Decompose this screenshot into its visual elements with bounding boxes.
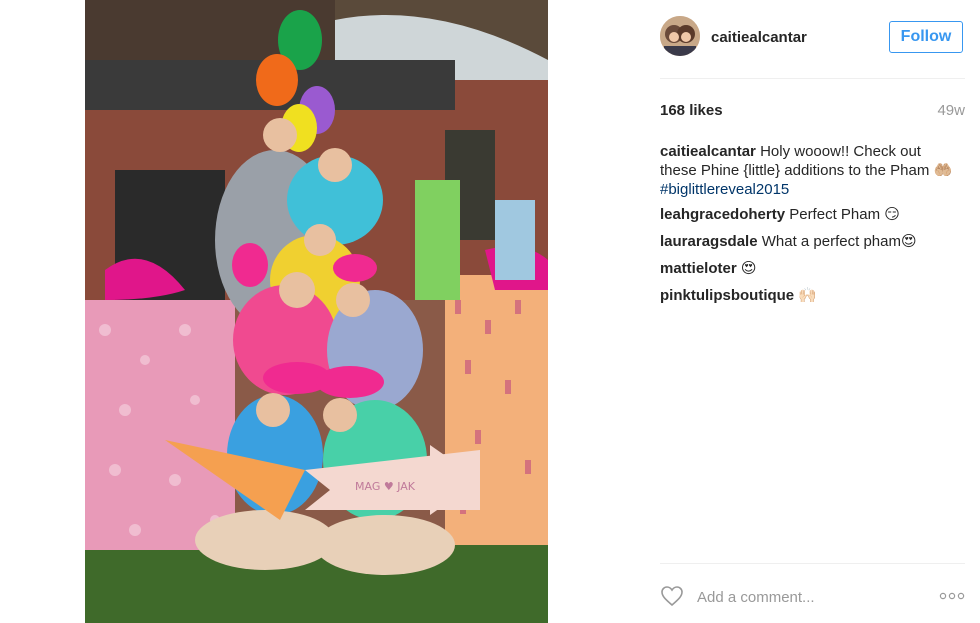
comment-emoji: 🙌🏻	[798, 286, 818, 304]
comment-text: Perfect Pham	[789, 206, 881, 223]
comment-emoji: 😍	[740, 259, 757, 277]
caption-hashtag[interactable]: #biglittlereveal2015	[660, 181, 789, 198]
comment-item: leahgracedoherty Perfect Pham 😏	[660, 205, 960, 224]
comment-username[interactable]: lauraragsdale	[660, 233, 758, 250]
comment-username[interactable]: mattieloter	[660, 260, 737, 277]
post-author-username[interactable]: caitiealcantar	[711, 29, 807, 46]
sign-text: MAG ♥ JAK	[355, 480, 416, 493]
comment-username[interactable]: leahgracedoherty	[660, 206, 785, 223]
post-caption: caitiealcantar Holy wooow!! Check out th…	[660, 142, 960, 199]
comment-emoji: 😍	[900, 232, 917, 250]
post-photo[interactable]: MAG ♥ JAK	[85, 0, 548, 623]
caption-username[interactable]: caitiealcantar	[660, 143, 756, 160]
comment-emoji: 😏	[884, 205, 900, 223]
post-photo-illustration: MAG ♥ JAK	[85, 0, 548, 623]
comment-username[interactable]: pinktulipsboutique	[660, 287, 794, 304]
follow-button[interactable]: Follow	[889, 21, 963, 53]
comment-text: What a perfect pham	[761, 233, 901, 250]
add-comment-input[interactable]	[697, 586, 917, 608]
comment-list: leahgracedoherty Perfect Pham 😏 laurarag…	[660, 205, 960, 313]
post-age[interactable]: 49w	[937, 102, 965, 119]
post-sidebar: caitiealcantar Follow 168 likes 49w cait…	[660, 0, 965, 623]
comment-item: pinktulipsboutique 🙌🏻	[660, 286, 960, 305]
comment-item: mattieloter 😍	[660, 259, 960, 278]
caption-emoji: 🤲🏼	[933, 161, 953, 179]
footer-divider	[660, 563, 965, 564]
more-options-icon[interactable]	[939, 588, 965, 604]
header-divider	[660, 78, 965, 79]
avatar[interactable]	[660, 16, 700, 56]
likes-count[interactable]: 168 likes	[660, 102, 723, 119]
avatar-image	[660, 16, 700, 56]
comment-item: lauraragsdale What a perfect pham😍	[660, 232, 960, 251]
heart-outline-icon[interactable]	[660, 584, 684, 608]
